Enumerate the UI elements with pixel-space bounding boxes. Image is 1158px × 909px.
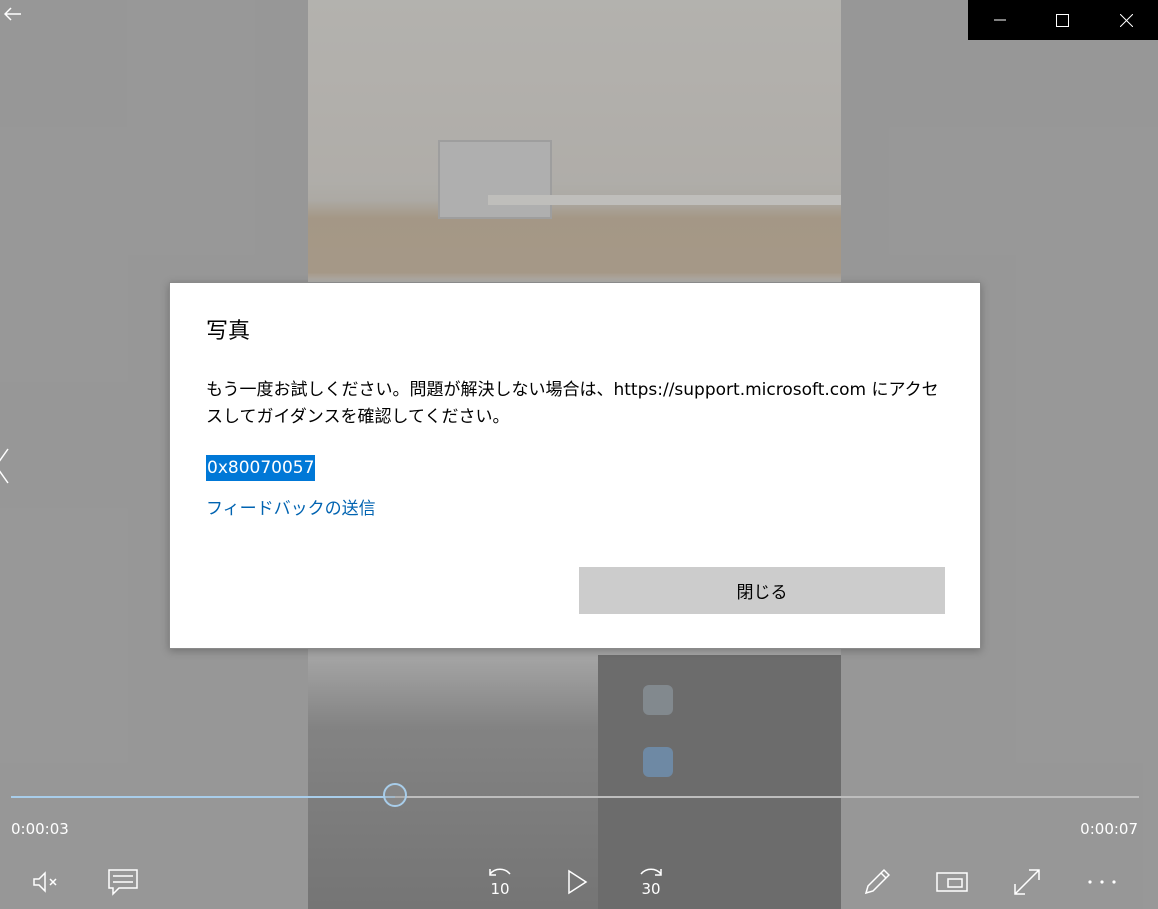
captions-button[interactable] <box>103 862 143 902</box>
close-dialog-button[interactable]: 閉じる <box>579 567 945 614</box>
window-close-button[interactable] <box>1095 0 1158 40</box>
dialog-message: もう一度お試しください。問題が解決しない場合は、https://support.… <box>206 380 939 427</box>
more-icon <box>1088 880 1116 884</box>
skip-back-button[interactable]: 10 <box>480 862 520 902</box>
current-time: 0:00:03 <box>11 820 69 838</box>
maximize-button[interactable] <box>1031 0 1094 40</box>
total-time: 0:00:07 <box>1080 820 1138 838</box>
mute-button[interactable] <box>27 862 67 902</box>
fullscreen-button[interactable] <box>1007 862 1047 902</box>
previous-item-button[interactable] <box>0 448 10 484</box>
fullscreen-icon <box>1014 869 1040 895</box>
seek-bar[interactable] <box>11 783 1139 807</box>
skip-forward-button[interactable]: 30 <box>631 862 671 902</box>
play-button[interactable] <box>557 862 597 902</box>
error-dialog: 写真 もう一度お試しください。問題が解決しない場合は、https://suppo… <box>169 282 981 649</box>
dialog-title: 写真 <box>206 319 251 344</box>
close-icon <box>1119 13 1133 27</box>
miniview-icon <box>936 872 968 892</box>
volume-muted-icon <box>33 871 57 893</box>
skip-back-seconds: 10 <box>490 880 510 898</box>
captions-icon <box>108 869 138 896</box>
pencil-icon <box>864 868 891 895</box>
minimize-icon <box>993 19 1006 21</box>
seek-bar-progress <box>11 796 395 798</box>
miniview-button[interactable] <box>932 862 972 902</box>
skip-forward-seconds: 30 <box>641 880 661 898</box>
edit-button[interactable] <box>857 862 897 902</box>
minimize-button[interactable] <box>968 0 1031 40</box>
play-icon <box>568 869 588 895</box>
seek-bar-thumb[interactable] <box>382 783 407 807</box>
arrow-left-icon <box>4 7 21 21</box>
more-options-button[interactable] <box>1082 862 1122 902</box>
title-bar-controls <box>968 0 1158 40</box>
error-code[interactable]: 0x80070057 <box>206 455 316 481</box>
maximize-icon <box>1056 13 1070 27</box>
chevron-left-icon <box>0 448 9 484</box>
back-button[interactable] <box>0 0 26 28</box>
send-feedback-link[interactable]: フィードバックの送信 <box>206 494 376 519</box>
photos-app-window: 写真 もう一度お試しください。問題が解決しない場合は、https://suppo… <box>0 0 1158 909</box>
